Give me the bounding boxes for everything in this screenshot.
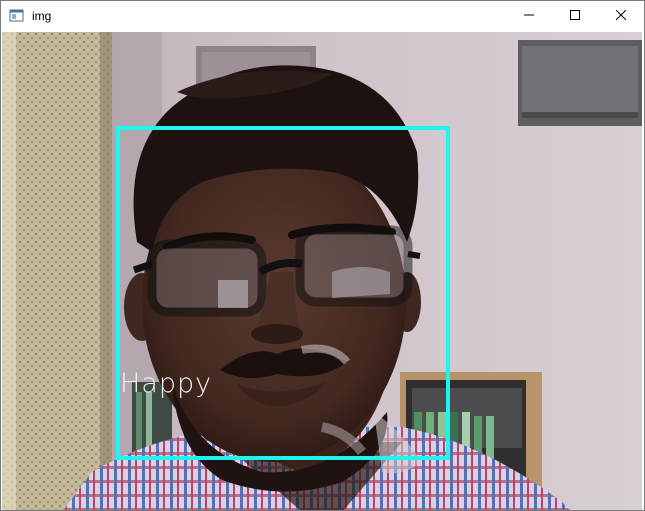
camera-frame: Happy [2,32,642,510]
app-window: img Happy [0,0,645,511]
window-title: img [32,9,52,23]
maximize-button[interactable] [552,1,598,31]
window-controls [506,1,644,31]
close-icon [615,7,627,25]
app-window-icon [9,8,25,24]
close-button[interactable] [598,1,644,31]
maximize-icon [570,7,580,25]
emotion-label: Happy [120,368,213,399]
title-bar[interactable]: img [1,1,644,31]
camera-image [2,32,642,510]
minimize-icon [524,7,534,25]
minimize-button[interactable] [506,1,552,31]
